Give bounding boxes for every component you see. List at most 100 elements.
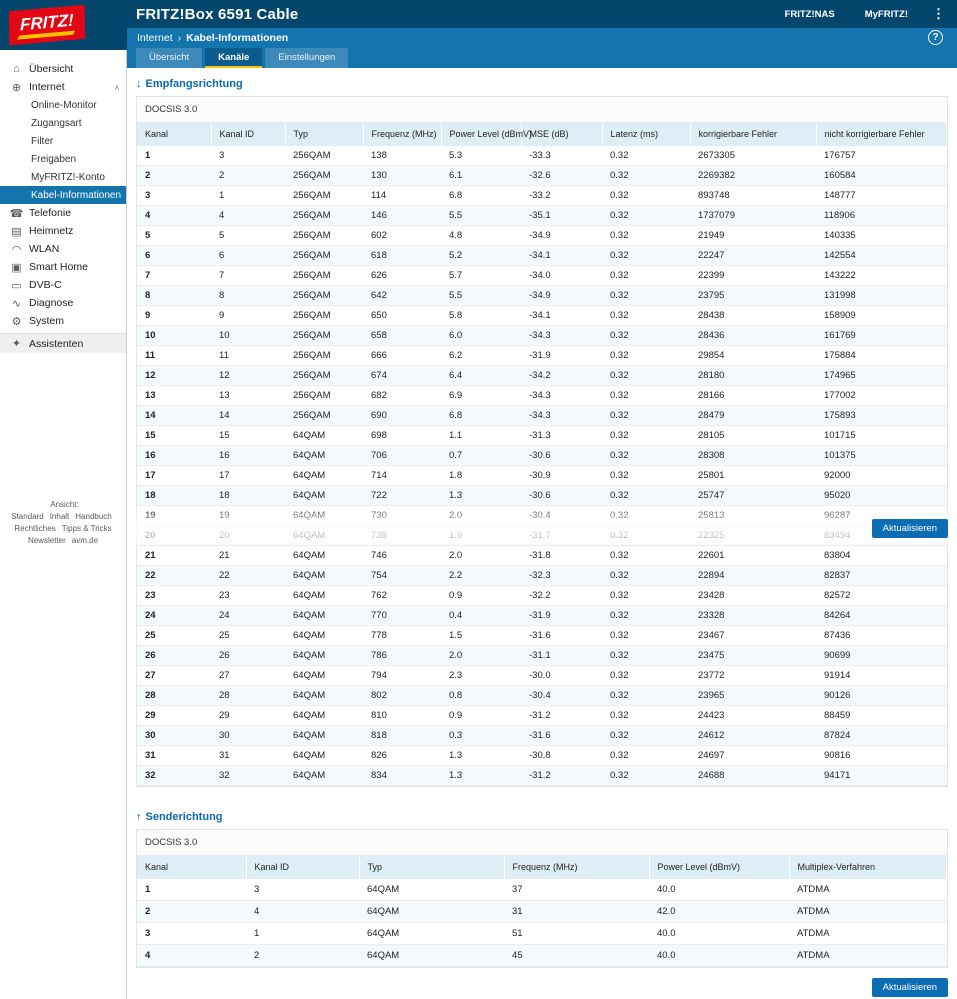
homenet-icon: ▤ [11, 225, 22, 238]
table-cell: 28308 [690, 445, 816, 466]
table-cell: 0.32 [602, 345, 690, 366]
tv-icon: ▭ [11, 279, 22, 292]
table-cell: 18 [137, 485, 211, 506]
table-cell: 9 [211, 305, 285, 326]
table-cell: 3 [211, 146, 285, 166]
table-row: 17 17 64QAM 714 1.8 -30.9 0.32 25801 92000 [137, 465, 947, 486]
footer-link-tipps-tricks[interactable]: Tipps & Tricks [62, 524, 112, 533]
footer-line: Ansicht: Standard Inhalt Handbuch [0, 499, 126, 523]
sidebar-item-zugangsart[interactable]: Zugangsart [0, 114, 126, 132]
table-row: 22 22 64QAM 754 2.2 -32.3 0.32 22894 82837 [137, 565, 947, 586]
sidebar-item-heimnetz[interactable]: ▤ Heimnetz [0, 222, 126, 240]
fritz-logo[interactable]: FRITZ! [0, 0, 127, 50]
help-icon[interactable]: ? [928, 30, 943, 45]
table-cell: 256QAM [285, 385, 363, 406]
sidebar-item-assistenten[interactable]: ✦ Assistenten [0, 333, 126, 353]
table-cell: 0.32 [602, 605, 690, 626]
table-cell: 3 [246, 879, 359, 901]
table-cell: 0.32 [602, 265, 690, 286]
table-cell: 5.2 [441, 245, 521, 266]
table-cell: 94171 [816, 765, 947, 786]
table-cell: 0.32 [602, 205, 690, 226]
tab-einstellungen[interactable]: Einstellungen [265, 47, 349, 68]
table-cell: 6.0 [441, 325, 521, 346]
breadcrumb-internet[interactable]: Internet [137, 32, 173, 44]
table-cell: 256QAM [285, 305, 363, 326]
table-cell: -34.2 [521, 365, 602, 386]
sidebar-item-diagnose[interactable]: ∿ Diagnose [0, 294, 126, 312]
sidebar-item-myfritz-konto[interactable]: MyFRITZ!-Konto [0, 168, 126, 186]
table-cell: 2 [137, 900, 246, 923]
tab-übersicht[interactable]: Übersicht [136, 47, 203, 68]
table-cell: -30.0 [521, 665, 602, 686]
table-cell: 25801 [690, 465, 816, 486]
sidebar-item-internet[interactable]: ⊕ Internet ∧ [0, 78, 126, 96]
table-cell: 64QAM [285, 605, 363, 626]
table-cell: 0.8 [441, 685, 521, 706]
sidebar-item-dvb-c[interactable]: ▭ DVB-C [0, 276, 126, 294]
diagnose-icon: ∿ [11, 297, 22, 310]
sidebar-item-online-monitor[interactable]: Online-Monitor [0, 96, 126, 114]
sidebar-item-filter[interactable]: Filter [0, 132, 126, 150]
tab-kanäle[interactable]: Kanäle [205, 47, 263, 68]
table-cell: -30.4 [521, 685, 602, 706]
sidebar-item-kabel-informationen[interactable]: Kabel-Informationen [0, 186, 126, 204]
table-cell: -34.0 [521, 265, 602, 286]
refresh-button-floating[interactable]: Aktualisieren [871, 518, 948, 538]
column-header-typ: Typ [285, 123, 364, 146]
table-cell: 17 [211, 465, 285, 486]
table-cell: 0.32 [602, 765, 690, 786]
table-cell: 12 [211, 365, 285, 386]
table-cell: 6.1 [441, 165, 521, 186]
footer-link-handbuch[interactable]: Handbuch [75, 512, 111, 521]
table-cell: 22 [211, 565, 285, 586]
table-cell: 28105 [690, 425, 816, 446]
table-cell: 30 [211, 725, 285, 746]
kebab-menu-icon[interactable]: ⋮ [932, 6, 945, 22]
table-cell: 160584 [816, 165, 947, 186]
downstream-section-title: ↓ Empfangsrichtung [136, 78, 948, 90]
table-cell: 12 [137, 365, 211, 386]
table-cell: 0.32 [602, 405, 690, 426]
sidebar-item-telefonie[interactable]: ☎ Telefonie [0, 204, 126, 222]
phone-icon: ☎ [9, 207, 24, 220]
footer-link-avm-de[interactable]: avm.de [72, 536, 98, 545]
sidebar-item-label: Smart Home [29, 261, 88, 273]
table-cell: 1 [211, 185, 285, 206]
table-cell: 40.0 [649, 944, 789, 967]
sidebar-item-smart-home[interactable]: ▣ Smart Home [0, 258, 126, 276]
footer-link-rechtliches[interactable]: Rechtliches [14, 524, 55, 533]
table-row: 25 25 64QAM 778 1.5 -31.6 0.32 23467 87436 [137, 625, 947, 646]
nav-myfritz-link[interactable]: MyFRITZ! [865, 9, 908, 20]
sidebar-item-wlan[interactable]: ◠ WLAN [0, 240, 126, 258]
table-cell: 130 [363, 165, 441, 186]
footer-link-inhalt[interactable]: Inhalt [50, 512, 70, 521]
sidebar-item-übersicht[interactable]: ⌂ Übersicht [0, 60, 126, 78]
refresh-button-bottom[interactable]: Aktualisieren [871, 978, 948, 997]
page-title: FRITZ!Box 6591 Cable [136, 5, 299, 23]
upstream-docsis-label: DOCSIS 3.0 [137, 830, 947, 856]
table-cell: 16 [137, 445, 211, 466]
table-cell: 0.32 [602, 465, 690, 486]
table-cell: 29854 [690, 345, 816, 366]
table-cell: 23795 [690, 285, 816, 306]
table-cell: 0.3 [441, 725, 521, 746]
upstream-title-text: Senderichtung [145, 811, 223, 823]
table-cell: -30.6 [521, 445, 602, 466]
table-cell: 6.9 [441, 385, 521, 406]
table-cell: 11 [211, 345, 285, 366]
sidebar-item-freigaben[interactable]: Freigaben [0, 150, 126, 168]
table-cell: 64QAM [285, 445, 363, 466]
table-cell: -33.2 [521, 185, 602, 206]
table-cell: 0.32 [602, 225, 690, 246]
table-cell: ATDMA [789, 922, 947, 945]
table-row: 8 8 256QAM 642 5.5 -34.9 0.32 23795 131998 [137, 285, 947, 306]
footer-link-newsletter[interactable]: Newsletter [28, 536, 66, 545]
nav-fritznas-link[interactable]: FRITZ!NAS [785, 9, 835, 20]
sidebar-item-label: Filter [31, 135, 54, 147]
table-cell: 31 [137, 745, 211, 766]
sidebar-item-system[interactable]: ⚙ System [0, 312, 126, 330]
table-cell: 51 [504, 922, 649, 945]
table-row: 24 24 64QAM 770 0.4 -31.9 0.32 23328 84264 [137, 605, 947, 626]
table-cell: 40.0 [649, 922, 789, 945]
